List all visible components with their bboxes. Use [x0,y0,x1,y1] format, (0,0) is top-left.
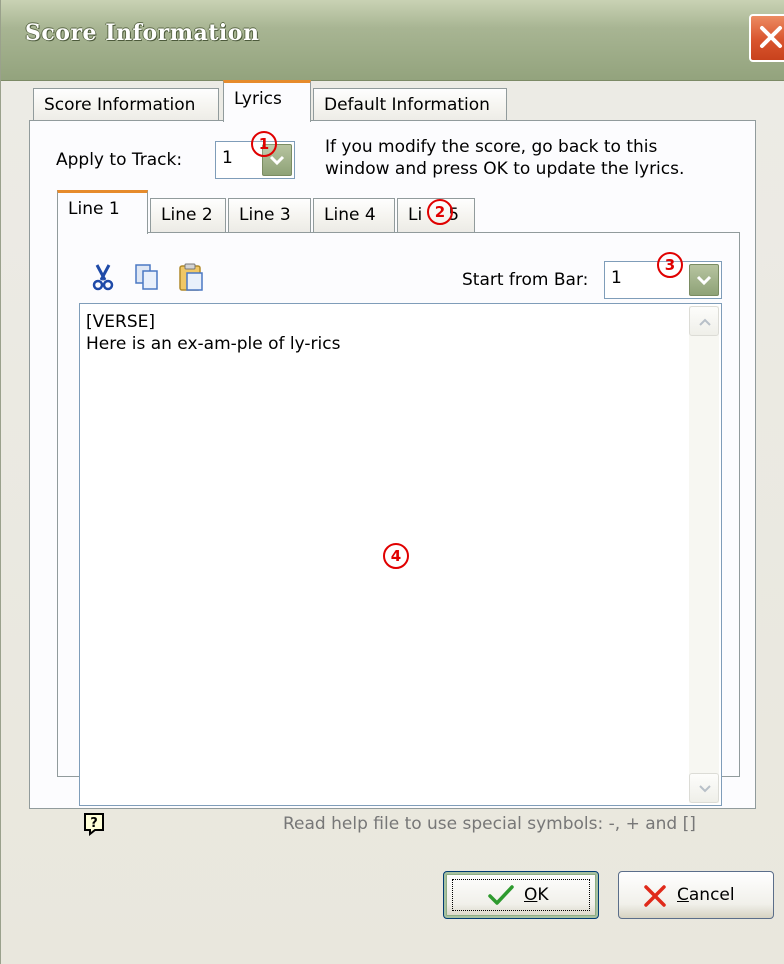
tab-default-information[interactable]: Default Information [313,88,507,122]
chevron-up-icon [699,318,711,326]
apply-track-value: 1 [222,148,233,168]
window-title: Score Information [25,20,260,46]
lyrics-line: [VERSE] [86,312,155,332]
cancel-label: Cancel [677,885,735,905]
callout-marker: 1 [251,131,277,157]
tab-line-1[interactable]: Line 1 [57,190,148,234]
copy-icon[interactable] [133,262,161,292]
tab-label: Li [408,205,423,225]
cancel-button[interactable]: Cancel [618,871,774,919]
chevron-down-icon [696,275,712,286]
tab-label: Line 3 [239,205,291,225]
close-button[interactable] [749,14,784,62]
start-from-bar-value: 1 [611,268,622,288]
cross-icon [644,885,666,907]
info-line: If you modify the score, go back to this [325,137,658,157]
tab-label: Lyrics [234,89,282,109]
tab-label: Line 2 [161,205,213,225]
chevron-down-icon [699,785,711,793]
checkmark-icon [488,885,514,905]
info-line: window and press OK to update the lyrics… [325,159,685,179]
tab-line-3[interactable]: Line 3 [228,198,311,232]
ok-label: OK [524,885,549,905]
dropdown-button[interactable] [689,264,719,296]
ok-button[interactable]: OK [443,871,599,919]
callout-marker: 3 [657,252,683,278]
info-text: If you modify the score, go back to this… [325,136,745,180]
chevron-down-icon [269,155,285,166]
svg-text:?: ? [90,816,98,831]
tab-line-4[interactable]: Line 4 [313,198,395,232]
tab-score-information[interactable]: Score Information [33,88,219,122]
scroll-down-button[interactable] [689,773,719,803]
help-icon[interactable]: ? [83,812,105,836]
focus-rect [452,879,590,911]
tab-label: Line 4 [324,205,376,225]
tab-label: Score Information [44,95,196,115]
apply-track-label: Apply to Track: [56,150,183,170]
close-icon [760,26,782,48]
callout-marker: 4 [383,543,409,569]
scissors-icon[interactable] [89,262,117,292]
tab-label: Default Information [324,95,490,115]
help-text: Read help file to use special symbols: -… [283,814,696,834]
paste-icon[interactable] [177,262,205,292]
tab-line-2[interactable]: Line 2 [150,198,226,232]
tab-lyrics[interactable]: Lyrics [223,80,311,122]
scroll-up-button[interactable] [689,306,719,336]
tab-label: Line 1 [68,199,120,219]
title-bar[interactable]: Score Information [1,0,784,81]
start-from-bar-label: Start from Bar: [462,270,589,290]
callout-marker: 2 [427,199,453,225]
dialog-window: Score Information Score Information Lyri… [0,0,784,964]
lyrics-line: Here is an ex-am-ple of ly-rics [86,334,341,354]
vertical-scrollbar[interactable] [689,306,719,803]
